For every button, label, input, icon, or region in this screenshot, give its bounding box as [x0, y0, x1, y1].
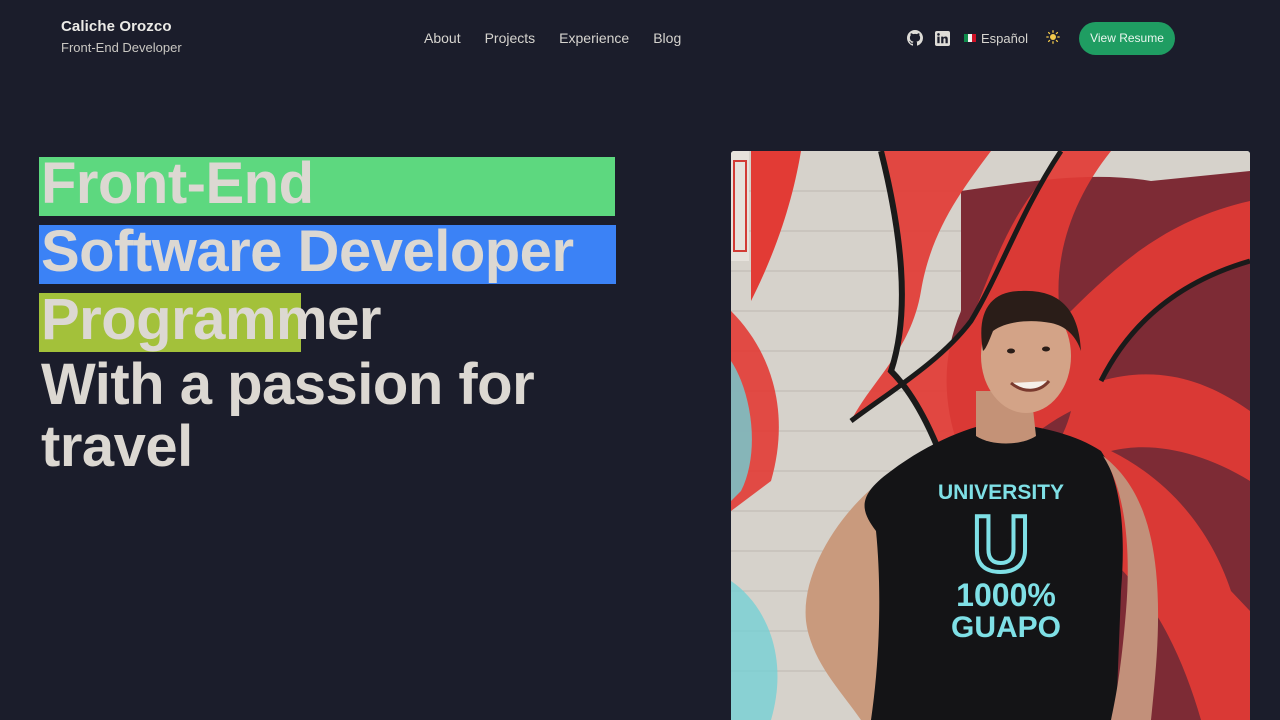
sun-icon[interactable] [1046, 29, 1060, 47]
hero-line-software-developer: Software Developer [38, 218, 638, 286]
header-tools: Español View Resume [906, 21, 1175, 55]
shirt-text-de: DE [993, 537, 1008, 549]
linkedin-icon[interactable] [933, 29, 951, 47]
hero-line-programmer: Programmer [38, 286, 638, 354]
hero-tagline: With a passion for travel [41, 352, 535, 479]
brand-subtitle: Front-End Developer [61, 40, 182, 55]
brand-link[interactable]: Caliche Orozco Front-End Developer [61, 18, 182, 55]
nav-blog[interactable]: Blog [653, 30, 681, 46]
language-switcher[interactable]: Español [964, 31, 1028, 46]
hero-line-text: Programmer [41, 287, 381, 352]
main-nav: About Projects Experience Blog [424, 30, 681, 46]
brand-name: Caliche Orozco [61, 18, 172, 35]
github-icon[interactable] [906, 29, 924, 47]
site-header: Caliche Orozco Front-End Developer About… [0, 0, 1280, 80]
shirt-text-percent: 1000% [956, 577, 1056, 613]
nav-projects[interactable]: Projects [485, 30, 536, 46]
shirt-text-guapo: GUAPO [951, 611, 1061, 644]
language-label: Español [981, 30, 1028, 46]
mexico-flag-icon [964, 34, 976, 42]
hero-line-text: Software Developer [41, 219, 574, 284]
hero-line-frontend: Front-End [38, 150, 638, 218]
view-resume-button[interactable]: View Resume [1078, 21, 1175, 55]
profile-photo: UNIVERSITY U DE 1000% GUAPO [731, 151, 1250, 720]
hero-line-text: Front-End [41, 151, 314, 216]
nav-about[interactable]: About [424, 30, 461, 46]
hero-section: Front-End Software Developer Programmer … [38, 150, 638, 478]
nav-experience[interactable]: Experience [559, 30, 629, 46]
